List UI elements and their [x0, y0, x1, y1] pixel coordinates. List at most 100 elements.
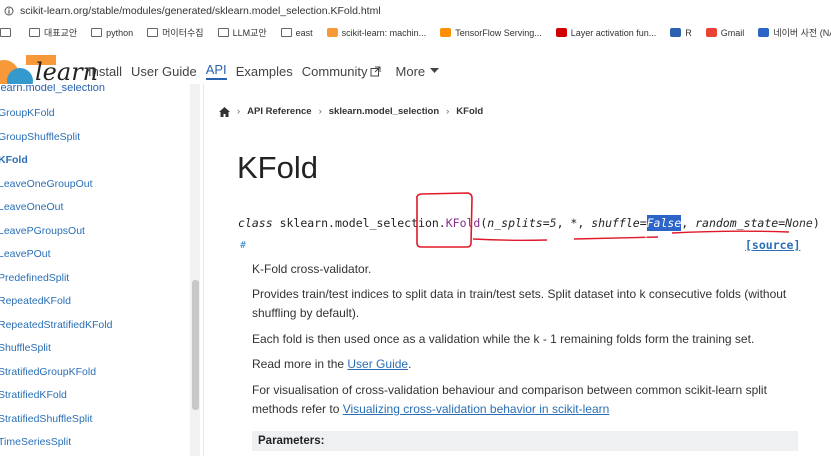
sig-comma: ,: [556, 216, 571, 230]
source-link[interactable]: [source]: [745, 238, 800, 252]
nav-api[interactable]: API: [205, 62, 227, 80]
folder-icon: [147, 28, 159, 37]
description-short: K-Fold cross-validator.: [252, 262, 372, 276]
caret-down-icon: [430, 68, 440, 73]
naver-dict-favicon: [758, 28, 770, 37]
bookmark-item[interactable]: east: [280, 27, 313, 38]
sklearn-favicon: [326, 28, 338, 37]
bookmark-item[interactable]: LLM교안: [217, 26, 267, 39]
sidebar-item-leavepgroupsout[interactable]: LeavePGroupsOut: [0, 225, 85, 237]
bookmark-item[interactable]: R: [670, 28, 692, 38]
sidebar-scrollbar-thumb[interactable]: [192, 280, 199, 410]
r-favicon: [670, 28, 682, 37]
bookmark-item[interactable]: 대표교안: [29, 26, 77, 39]
url-text[interactable]: scikit-learn.org/stable/modules/generate…: [20, 5, 381, 17]
sidebar-item-shufflesplit[interactable]: ShuffleSplit: [0, 342, 51, 354]
bookmark-item[interactable]: 네이버 사전 (NAVE...: [758, 26, 831, 39]
bookmark-item[interactable]: [0, 28, 15, 37]
sig-class-keyword: class: [238, 216, 273, 230]
bookmark-label: 네이버 사전 (NAVE...: [773, 28, 831, 38]
breadcrumb: › API Reference › sklearn.model_selectio…: [219, 106, 483, 117]
nav-more[interactable]: More: [396, 64, 440, 79]
sig-module: sklearn.model_selection.: [279, 216, 446, 230]
chevron-right-icon: ›: [237, 106, 241, 117]
sig-comma: ,: [681, 216, 696, 230]
sidebar-item-stratifiedshufflesplit[interactable]: StratifiedShuffleSplit: [0, 413, 92, 425]
annotation-underline-n-splits: [472, 238, 548, 242]
folder-icon: [29, 28, 40, 37]
bookmark-label: Layer activation fun...: [570, 27, 657, 38]
bookmark-item[interactable]: Gmail: [705, 28, 744, 38]
bookmark-label: LLM교안: [232, 28, 267, 38]
parameters-header: Parameters:: [252, 431, 798, 451]
bookmark-label: TensorFlow Serving...: [455, 27, 542, 38]
visualisation-note: For visualisation of cross-validation be…: [252, 381, 797, 419]
sidebar-item-groupkfold[interactable]: GroupKFold: [0, 107, 55, 119]
bookmark-label: 머이터수집: [162, 28, 204, 38]
bookmark-label: east: [295, 27, 313, 38]
breadcrumb-current: KFold: [456, 106, 484, 117]
sidebar-item-kfold[interactable]: KFold: [0, 154, 28, 166]
folder-icon: [217, 28, 229, 37]
description-fold: Each fold is then used once as a validat…: [252, 332, 755, 346]
description-long: Provides train/test indices to split dat…: [252, 287, 787, 320]
sidebar-item-stratifiedgroupkfold[interactable]: StratifiedGroupKFold: [0, 366, 96, 378]
sig-default-random-state: None: [785, 216, 813, 230]
read-more-prefix: Read more in the: [252, 357, 348, 371]
sig-comma: ,: [577, 216, 592, 230]
bookmark-item[interactable]: TensorFlow Serving...: [440, 28, 542, 38]
sidebar-item-leaveoneout[interactable]: LeaveOneOut: [0, 201, 63, 213]
sig-close-paren: ): [812, 216, 820, 230]
sig-eq: =: [542, 216, 550, 230]
folder-icon: [280, 28, 292, 37]
parameters-label: Parameters:: [258, 435, 325, 447]
breadcrumb-api-reference[interactable]: API Reference: [247, 106, 311, 117]
sig-eq: =: [639, 216, 647, 230]
chevron-right-icon: ›: [446, 106, 450, 117]
sig-default-shuffle-selected[interactable]: False: [646, 215, 682, 231]
bookmark-item[interactable]: python: [91, 28, 133, 38]
folder-icon: [91, 28, 103, 37]
annotation-underline-shuffle: [573, 236, 659, 240]
sidebar-item-leaveonegroupout[interactable]: LeaveOneGroupOut: [0, 178, 93, 190]
bookmark-label: python: [106, 27, 134, 38]
sidebar-divider: [203, 84, 204, 456]
nav-user-guide[interactable]: User Guide: [131, 64, 197, 79]
site-info-icon[interactable]: [4, 6, 14, 16]
bookmark-label: 대표교안: [44, 28, 78, 38]
address-bar[interactable]: scikit-learn.org/stable/modules/generate…: [0, 0, 831, 22]
breadcrumb-model-selection[interactable]: sklearn.model_selection: [329, 106, 439, 117]
page-title: KFold: [237, 150, 318, 185]
bookmark-label: R: [685, 27, 692, 38]
class-signature: class sklearn.model_selection.KFold(n_sp…: [238, 215, 820, 231]
sidebar-nav: learn.model_selection GroupKFold GroupShu…: [0, 84, 190, 456]
bookmark-item[interactable]: scikit-learn: machin...: [326, 28, 426, 38]
nav-links: Install User Guide API Examples Communit…: [88, 62, 448, 80]
bookmark-item[interactable]: Layer activation fun...: [555, 27, 657, 38]
bookmarks-bar: 대표교안 python 머이터수집 LLM교안 east scikit-learn: ma…: [0, 21, 831, 45]
sidebar-item-leavepout[interactable]: LeavePOut: [0, 248, 51, 260]
sig-param-random-state: random_state: [695, 216, 779, 230]
sidebar-section-title[interactable]: learn.model_selection: [0, 84, 105, 94]
annotation-underline-random-state: [671, 230, 790, 234]
sidebar-item-groupshufflesplit[interactable]: GroupShuffleSplit: [0, 131, 80, 143]
sidebar-item-predefinedsplit[interactable]: PredefinedSplit: [0, 272, 69, 284]
chevron-right-icon: ›: [318, 106, 322, 117]
user-guide-link[interactable]: User Guide: [347, 357, 408, 371]
folder-icon: [0, 28, 11, 37]
nav-examples[interactable]: Examples: [236, 64, 293, 79]
permalink-anchor[interactable]: #: [240, 240, 246, 251]
keras-favicon: [555, 28, 567, 37]
sidebar-item-stratifiedkfold[interactable]: StratifiedKFold: [0, 389, 67, 401]
read-more-suffix: .: [408, 357, 412, 371]
bookmark-item[interactable]: 머이터수집: [147, 26, 204, 39]
sidebar-item-timeseriessplit[interactable]: TimeSeriesSplit: [0, 436, 71, 448]
home-icon[interactable]: [219, 106, 230, 117]
read-more: Read more in the User Guide.: [252, 355, 797, 374]
nav-community[interactable]: Community: [302, 64, 381, 79]
sidebar-item-repeatedkfold[interactable]: RepeatedKFold: [0, 295, 71, 307]
visualizing-cv-link[interactable]: Visualizing cross-validation behavior in…: [343, 402, 610, 416]
sidebar-item-repeatedstratifiedkfold[interactable]: RepeatedStratifiedKFold: [0, 319, 112, 331]
nav-install[interactable]: Install: [88, 64, 122, 79]
nav-community-label: Community: [301, 63, 368, 79]
